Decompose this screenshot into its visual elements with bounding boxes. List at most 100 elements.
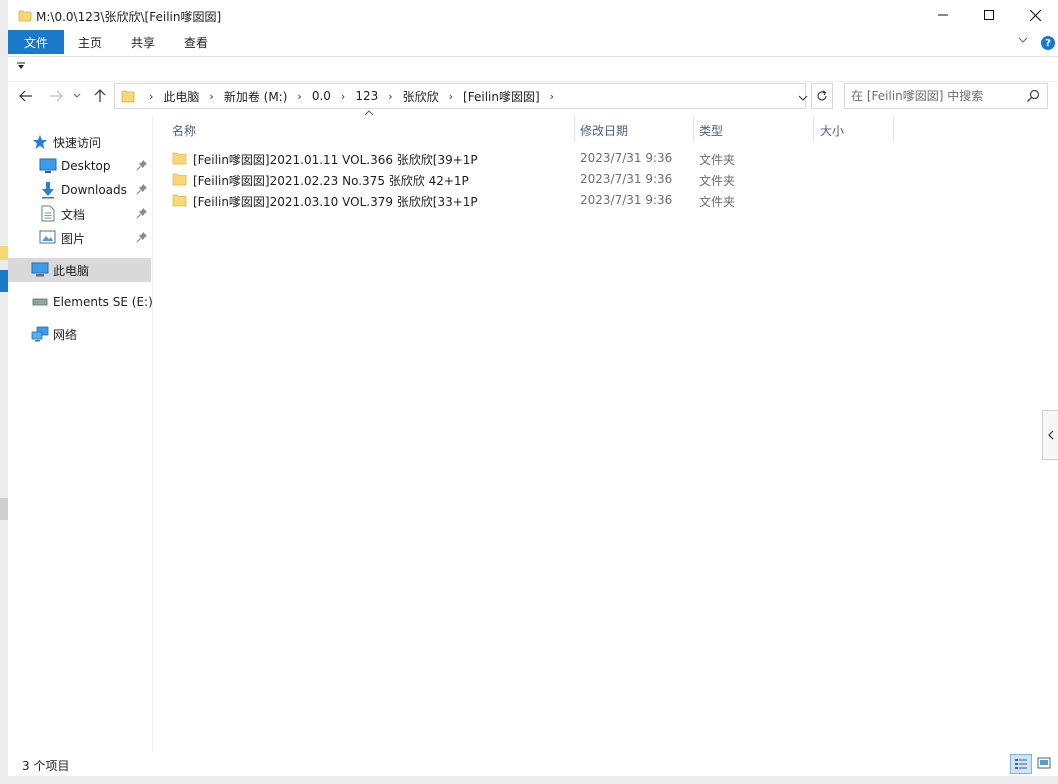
- column-header-date[interactable]: 修改日期: [580, 118, 628, 142]
- search-icon[interactable]: [1025, 88, 1041, 104]
- large-icons-view-icon: [1037, 757, 1051, 769]
- chevron-left-icon: [1048, 430, 1054, 440]
- column-divider[interactable]: [693, 116, 694, 142]
- file-name: [Feilin嗲囡囡]2021.02.23 No.375 张欣欣 42+1P: [193, 174, 469, 188]
- tab-share[interactable]: 共享: [131, 30, 155, 54]
- maximize-icon: [984, 10, 994, 20]
- network-icon: [31, 326, 49, 342]
- breadcrumb-drive-m[interactable]: 新加卷 (M:): [224, 88, 288, 105]
- file-name: [Feilin嗲囡囡]2021.01.11 VOL.366 张欣欣[39+1P: [193, 153, 478, 167]
- sidebar-item-quick-access[interactable]: 快速访问: [8, 130, 151, 154]
- breadcrumb-separator[interactable]: ›: [550, 90, 554, 103]
- search-input[interactable]: [851, 87, 1021, 105]
- ribbon-expand-button[interactable]: [1018, 36, 1028, 47]
- window-title: M:\0.0\123\张欣欣\[Feilin嗲囡囡]: [36, 10, 222, 24]
- background-scrollbar: [0, 498, 8, 520]
- folder-icon: [121, 90, 135, 103]
- dropdown-arrow-icon: [17, 62, 25, 69]
- breadcrumb-this-pc[interactable]: 此电脑: [163, 88, 199, 105]
- sidebar-item-desktop[interactable]: Desktop: [8, 154, 151, 178]
- search-box[interactable]: [844, 83, 1048, 109]
- forward-button[interactable]: [46, 86, 66, 106]
- breadcrumb-separator[interactable]: ›: [209, 90, 213, 103]
- breadcrumb-folder-123[interactable]: 123: [355, 89, 378, 103]
- document-icon: [41, 205, 55, 222]
- sidebar-item-label: Desktop: [61, 159, 111, 173]
- quick-access-toolbar: [8, 57, 1058, 82]
- tab-home[interactable]: 主页: [78, 30, 102, 54]
- chevron-down-icon: [798, 95, 808, 101]
- status-bar: 3 个项目: [8, 752, 1058, 776]
- file-date: 2023/7/31 9:36: [580, 151, 673, 165]
- help-button[interactable]: ?: [1041, 36, 1055, 50]
- sidebar-item-this-pc[interactable]: 此电脑: [8, 258, 151, 282]
- sidebar-item-network[interactable]: 网络: [8, 322, 151, 346]
- ribbon-tabs: 文件 主页 共享 查看 ?: [8, 30, 1058, 57]
- chevron-down-icon: [73, 93, 81, 98]
- refresh-button[interactable]: [811, 83, 833, 109]
- pin-icon: [136, 160, 147, 171]
- breadcrumb-separator[interactable]: ›: [449, 90, 453, 103]
- breadcrumb-separator[interactable]: ›: [149, 90, 153, 103]
- breadcrumb-current-folder[interactable]: [Feilin嗲囡囡]: [463, 88, 540, 105]
- drive-icon: [32, 298, 48, 306]
- back-button[interactable]: [16, 86, 36, 106]
- breadcrumb-separator[interactable]: ›: [388, 90, 392, 103]
- breadcrumb-folder-0-0[interactable]: 0.0: [312, 89, 331, 103]
- title-bar[interactable]: M:\0.0\123\张欣欣\[Feilin嗲囡囡]: [8, 0, 1058, 30]
- column-header-type[interactable]: 类型: [699, 118, 723, 142]
- minimize-button[interactable]: [920, 0, 966, 30]
- breadcrumb: › 此电脑 › 新加卷 (M:) › 0.0 › 123 › 张欣欣 › [Fe…: [139, 84, 564, 108]
- arrow-right-icon: [50, 90, 63, 102]
- column-header-name[interactable]: 名称: [172, 118, 196, 142]
- download-arrow-icon: [42, 182, 54, 199]
- close-icon: [1029, 9, 1041, 21]
- details-view-button[interactable]: [1010, 754, 1032, 774]
- chevron-down-icon: [1018, 37, 1028, 43]
- minimize-icon: [938, 14, 948, 16]
- breadcrumb-separator[interactable]: ›: [341, 90, 345, 103]
- sidebar-item-drive-e[interactable]: Elements SE (E:): [8, 290, 153, 314]
- column-divider[interactable]: [574, 116, 575, 142]
- tab-view[interactable]: 查看: [184, 30, 208, 54]
- sidebar-item-label: 此电脑: [53, 263, 90, 278]
- navigation-bar: › 此电脑 › 新加卷 (M:) › 0.0 › 123 › 张欣欣 › [Fe…: [8, 82, 1058, 110]
- desktop-icon: [39, 158, 57, 173]
- tab-file[interactable]: 文件: [8, 30, 64, 54]
- breadcrumb-separator[interactable]: ›: [297, 90, 301, 103]
- details-view-icon: [1015, 759, 1027, 769]
- customize-toolbar-button[interactable]: [17, 62, 25, 73]
- column-divider[interactable]: [893, 116, 894, 142]
- pictures-icon: [39, 230, 56, 244]
- table-row[interactable]: [Feilin嗲囡囡]2021.01.11 VOL.366 张欣欣[39+1P …: [168, 148, 748, 169]
- table-row[interactable]: [Feilin嗲囡囡]2021.03.10 VOL.379 张欣欣[33+1P …: [168, 190, 748, 211]
- breadcrumb-folder-person[interactable]: 张欣欣: [403, 88, 439, 105]
- column-divider[interactable]: [813, 116, 814, 142]
- preview-pane-toggle[interactable]: [1042, 410, 1058, 460]
- recent-locations-button[interactable]: [70, 86, 84, 106]
- table-row[interactable]: [Feilin嗲囡囡]2021.02.23 No.375 张欣欣 42+1P 2…: [168, 169, 748, 190]
- sidebar-item-downloads[interactable]: Downloads: [8, 178, 151, 202]
- file-list: 名称 修改日期 类型 大小 [Feilin嗲囡囡]2021.01.11 VOL.…: [154, 110, 1044, 752]
- folder-icon: [172, 173, 187, 186]
- pin-icon: [136, 232, 147, 243]
- address-bar[interactable]: › 此电脑 › 新加卷 (M:) › 0.0 › 123 › 张欣欣 › [Fe…: [114, 83, 808, 109]
- sidebar-item-documents[interactable]: 文档: [8, 202, 151, 226]
- file-name: [Feilin嗲囡囡]2021.03.10 VOL.379 张欣欣[33+1P: [193, 195, 478, 209]
- up-button[interactable]: [90, 86, 110, 106]
- arrow-left-icon: [19, 90, 32, 102]
- file-type: 文件夹: [699, 174, 736, 188]
- folder-icon: [172, 194, 187, 207]
- maximize-button[interactable]: [966, 0, 1012, 30]
- computer-icon: [31, 262, 49, 277]
- file-type: 文件夹: [699, 195, 736, 209]
- sidebar-item-pictures[interactable]: 图片: [8, 226, 151, 250]
- column-header-size[interactable]: 大小: [820, 118, 844, 142]
- sidebar-item-label: 图片: [61, 231, 86, 246]
- background-folder-icon: [0, 246, 8, 260]
- large-icons-view-button[interactable]: [1034, 754, 1054, 772]
- close-button[interactable]: [1012, 0, 1058, 30]
- address-history-dropdown[interactable]: [795, 88, 811, 108]
- file-date: 2023/7/31 9:36: [580, 172, 673, 186]
- sidebar-item-label: 文档: [61, 207, 86, 222]
